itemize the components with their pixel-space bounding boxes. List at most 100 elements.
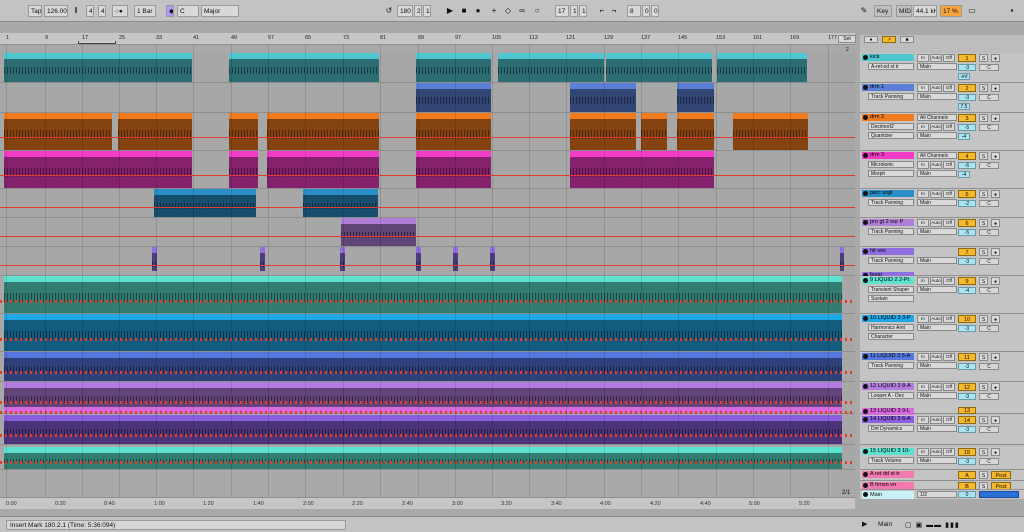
clip-body[interactable] (118, 119, 192, 150)
track-activator-icon[interactable] (863, 449, 868, 454)
track-activator-icon[interactable] (863, 153, 868, 158)
arm-button[interactable]: ● (991, 277, 1000, 285)
monitor-option[interactable]: In (917, 190, 929, 198)
pan-field[interactable]: C (979, 64, 999, 71)
audio-clip[interactable] (341, 218, 416, 246)
track-lane[interactable] (0, 83, 855, 113)
audio-clip[interactable] (606, 53, 712, 82)
track-name[interactable]: drm 3 (862, 152, 914, 159)
track-activator[interactable]: 6 (958, 219, 976, 227)
track-name[interactable]: 13 LIQUID 3 9-L (862, 408, 914, 415)
audio-clip[interactable] (229, 151, 258, 188)
device-chooser[interactable]: Track Panning (868, 362, 914, 369)
track-lane[interactable] (0, 352, 855, 382)
automation-line[interactable] (0, 434, 855, 437)
automation-line[interactable] (0, 236, 855, 237)
audio-clip[interactable] (733, 113, 808, 150)
track-activator-icon[interactable] (863, 278, 868, 283)
audio-clip[interactable] (677, 83, 714, 112)
audio-clip[interactable] (118, 113, 192, 150)
clip-body[interactable] (416, 157, 491, 188)
monitor-option[interactable]: Auto (930, 448, 942, 456)
monitor-option[interactable]: In (917, 84, 929, 92)
track-activator-icon[interactable] (863, 409, 868, 414)
punch-in-icon[interactable]: ⌐ (596, 5, 608, 17)
pan-field[interactable]: C (979, 162, 999, 169)
pan-field[interactable]: C (979, 393, 999, 400)
send-value[interactable]: -4 (958, 171, 970, 178)
track-name[interactable]: pro gt 2 our P (862, 219, 914, 226)
arm-button[interactable]: ● (991, 54, 1000, 62)
track-lane[interactable] (0, 447, 855, 470)
track-activator-icon[interactable] (863, 316, 868, 321)
track-activator[interactable]: 13 (958, 407, 976, 414)
arm-button[interactable]: ● (991, 114, 1000, 122)
solo-button[interactable]: S (979, 315, 988, 323)
solo-button[interactable]: S (979, 383, 988, 391)
device-parameter-chooser[interactable]: Sustain (868, 295, 914, 302)
device-chooser[interactable]: Track Panning (868, 257, 914, 264)
solo-button[interactable]: S (979, 152, 988, 160)
scale-toggle[interactable]: ◆ (166, 5, 174, 17)
output-chooser[interactable]: Main (917, 170, 957, 177)
metronome-toggle[interactable]: ○● (112, 5, 128, 17)
device-chooser[interactable]: Transient Shaper (868, 286, 914, 293)
clip-body[interactable] (341, 224, 416, 246)
audio-clip[interactable] (229, 53, 379, 82)
track-activator[interactable]: 2 (958, 84, 976, 92)
track-activator[interactable]: 5 (958, 190, 976, 198)
automation-line[interactable] (0, 411, 855, 414)
output-chooser[interactable]: Main (917, 425, 957, 432)
monitor-option[interactable]: Off (943, 416, 955, 424)
arm-button[interactable]: ● (991, 353, 1000, 361)
pan-field[interactable]: C (979, 200, 999, 207)
clip-body[interactable] (4, 119, 112, 150)
track-lane[interactable] (0, 189, 855, 218)
loop-length-bar[interactable]: 8 (627, 5, 641, 17)
monitor-switch[interactable]: In Auto Off (917, 416, 957, 424)
monitor-option[interactable]: In (917, 161, 929, 169)
solo-button[interactable]: S (979, 448, 988, 456)
monitor-option[interactable]: In (917, 277, 929, 285)
arm-button[interactable]: ● (991, 315, 1000, 323)
tempo-field[interactable]: 126.00 (44, 5, 68, 17)
volume-field[interactable]: -3 (958, 64, 976, 71)
monitor-option[interactable]: Auto (930, 219, 942, 227)
track-lane[interactable] (0, 407, 855, 414)
send-value[interactable]: -4 (958, 133, 970, 140)
monitor-option[interactable]: Auto (930, 383, 942, 391)
monitor-option[interactable]: In (917, 315, 929, 323)
loop-length-beat[interactable]: 0 (642, 5, 650, 17)
output-chooser[interactable]: Main (917, 199, 957, 206)
loop-start-sixteenth[interactable]: 1 (579, 5, 587, 17)
monitor-option[interactable]: Off (943, 161, 955, 169)
solo-button[interactable]: S (979, 277, 988, 285)
audio-clip[interactable] (416, 53, 491, 82)
track-activator-icon[interactable] (863, 220, 868, 225)
loop-icon[interactable]: ∞ (516, 5, 528, 17)
track-activator[interactable]: 4 (958, 152, 976, 160)
arm-button[interactable]: ● (991, 383, 1000, 391)
master-volume-field[interactable]: 0 (958, 491, 976, 498)
monitor-option[interactable]: Off (943, 383, 955, 391)
draw-mode-icon[interactable]: ✎ (858, 5, 870, 17)
track-activator[interactable]: 14 (958, 416, 976, 424)
volume-field[interactable]: -3 (958, 426, 976, 433)
clip-body[interactable] (267, 157, 379, 188)
output-chooser[interactable]: Main (917, 286, 957, 293)
output-chooser[interactable]: Main (917, 257, 957, 264)
punch-out-icon[interactable]: ¬ (608, 5, 620, 17)
monitor-switch[interactable]: In Auto Off (917, 84, 957, 92)
pre-post-toggle[interactable]: Post (991, 471, 1011, 479)
set-button[interactable]: Set (838, 35, 856, 43)
beat-ruler[interactable]: 1 9 17 25 33 41 49 57 65 73 81 89 97 105 113 121 129 137 1… (0, 33, 855, 45)
monitor-option[interactable]: Off (943, 448, 955, 456)
monitor-option[interactable]: Auto (930, 84, 942, 92)
master-output-chooser[interactable]: 1/2 (917, 491, 957, 498)
clip-body[interactable] (229, 59, 379, 82)
volume-field[interactable]: -3 (958, 325, 976, 332)
audio-clip[interactable] (677, 113, 714, 150)
pan-field[interactable]: C (979, 287, 999, 294)
monitor-option[interactable]: In (917, 54, 929, 62)
track-name[interactable]: 11 LIQUID 3 5-A (862, 353, 914, 360)
